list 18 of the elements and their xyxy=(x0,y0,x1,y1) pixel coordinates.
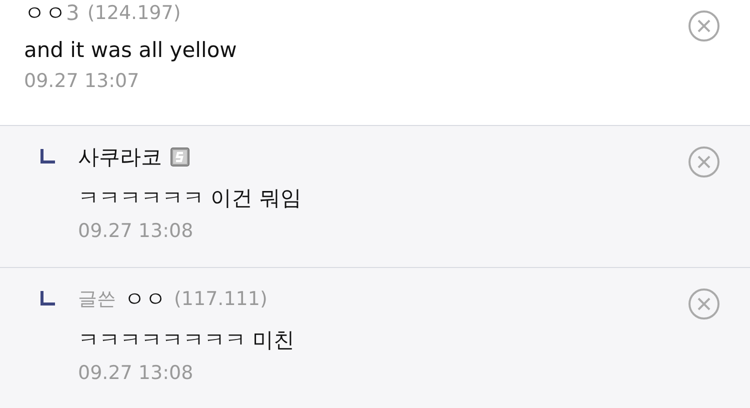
reply-icon xyxy=(40,148,56,164)
reply-icon xyxy=(40,290,56,306)
comment-text: ㅋㅋㅋㅋㅋㅋ 이건 뭐임 xyxy=(78,185,302,212)
user-name: ㅇㅇ xyxy=(124,286,166,313)
name-suffix: 3 xyxy=(66,1,80,25)
comment-text: ㅋㅋㅋㅋㅋㅋㅋㅋ 미친 xyxy=(78,327,295,354)
comment-text: and it was all yellow xyxy=(24,38,237,62)
close-icon[interactable] xyxy=(688,288,720,320)
comment-time: 09.27 13:08 xyxy=(78,362,194,384)
comment-time: 09.27 13:08 xyxy=(78,220,194,242)
comment-time: 09.27 13:07 xyxy=(24,70,140,92)
user-name: 사쿠라코 xyxy=(78,144,162,171)
user-name: ㅇㅇ xyxy=(24,0,66,27)
ip-address: (117.111) xyxy=(174,288,268,310)
close-icon[interactable] xyxy=(688,146,720,178)
close-icon[interactable] xyxy=(688,10,720,42)
ip-address: (124.197) xyxy=(87,2,181,24)
author-label: 글쓴 xyxy=(78,287,116,312)
